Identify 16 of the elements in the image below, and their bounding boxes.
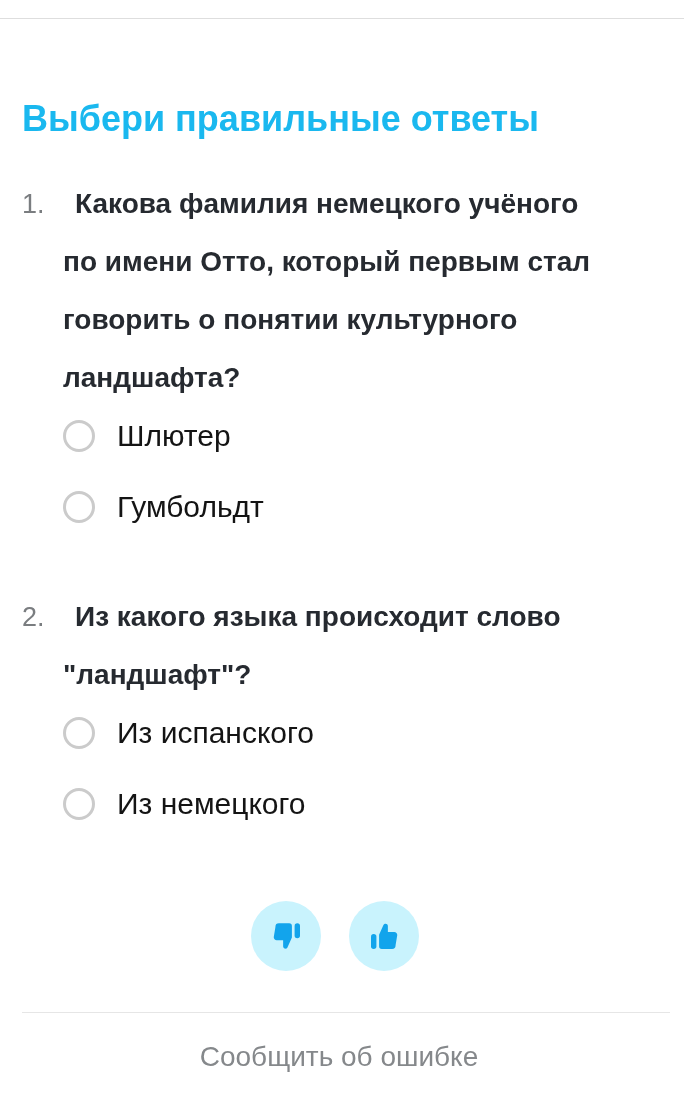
thumbs-down-icon <box>272 923 300 949</box>
question-text: Из какого языка происходит слово "ландшафт"? <box>63 600 562 692</box>
answer-option[interactable]: Из испанского <box>117 713 315 753</box>
radio-button[interactable] <box>63 491 95 523</box>
question-text: Какова фамилия немецкого учёного по имени Отто, который первым стал говорить о понятии культурного ландшафта? <box>63 187 592 395</box>
answer-option[interactable]: Гумбольдт <box>117 487 264 527</box>
report-error-link[interactable]: Сообщить об ошибке <box>199 1037 479 1077</box>
radio-button[interactable] <box>63 788 95 820</box>
thumbs-up-icon <box>370 923 398 949</box>
answer-option[interactable]: Шлютер <box>117 416 231 456</box>
radio-button[interactable] <box>63 717 95 749</box>
answer-option[interactable]: Из немецкого <box>117 784 306 824</box>
question-number: 2. <box>22 601 46 634</box>
radio-button[interactable] <box>63 420 95 452</box>
page-title: Выбери правильные ответы <box>22 97 540 141</box>
question-number: 1. <box>22 188 46 221</box>
